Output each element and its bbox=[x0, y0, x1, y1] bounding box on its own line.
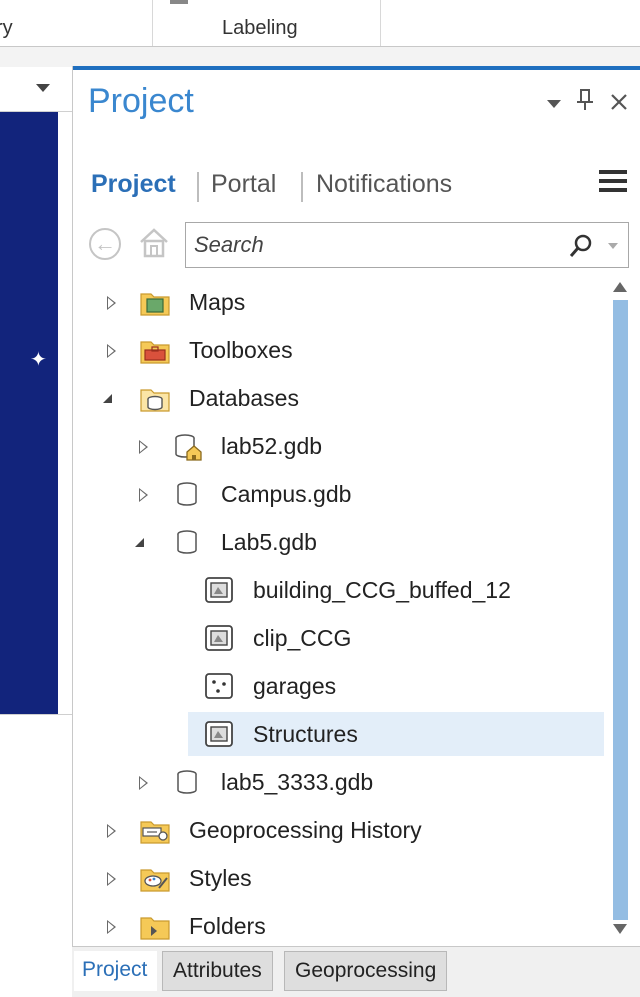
expand-arrow-icon[interactable] bbox=[139, 776, 148, 790]
expand-arrow-icon[interactable] bbox=[107, 296, 116, 310]
hamburger-menu-icon[interactable] bbox=[599, 170, 627, 196]
search-icon[interactable] bbox=[568, 233, 594, 259]
scrollbar-thumb[interactable] bbox=[613, 300, 628, 920]
ribbon-group-label-left: ry bbox=[0, 17, 13, 39]
pin-icon[interactable] bbox=[575, 88, 595, 112]
pane-title: Project bbox=[88, 82, 194, 120]
expand-arrow-icon[interactable] bbox=[107, 872, 116, 886]
databases-folder-icon bbox=[140, 389, 170, 412]
pane-accent-bar bbox=[73, 66, 640, 70]
tree-item-toolboxes[interactable]: Toolboxes bbox=[73, 328, 613, 374]
ribbon-group-label-labeling: Labeling bbox=[222, 17, 298, 39]
default-geodatabase-icon bbox=[175, 434, 202, 461]
ribbon-lower-strip bbox=[0, 47, 640, 67]
bottom-tab-geoprocessing[interactable]: Geoprocessing bbox=[284, 951, 448, 991]
styles-folder-icon bbox=[140, 869, 170, 892]
toolbox-folder-icon bbox=[140, 341, 170, 364]
bottom-tab-project[interactable]: Project bbox=[74, 951, 158, 991]
tree-item-maps[interactable]: Maps bbox=[73, 280, 613, 326]
expand-arrow-icon[interactable] bbox=[107, 920, 116, 934]
point-feature-class-icon bbox=[205, 673, 233, 699]
collapse-arrow-icon[interactable] bbox=[103, 394, 112, 403]
tree-item-label: Databases bbox=[189, 385, 299, 411]
map-cursor-icon: ✦ bbox=[30, 349, 47, 371]
search-input[interactable] bbox=[194, 229, 554, 261]
expand-arrow-icon[interactable] bbox=[107, 344, 116, 358]
map-canvas[interactable] bbox=[0, 112, 58, 714]
bottom-tab-attributes[interactable]: Attributes bbox=[162, 951, 273, 991]
geoprocessing-history-icon bbox=[140, 821, 170, 844]
tree-item-label: Toolboxes bbox=[189, 337, 293, 363]
geodatabase-icon bbox=[177, 530, 197, 554]
expand-arrow-icon[interactable] bbox=[139, 440, 148, 454]
tree-item-geoprocessing-history[interactable]: Geoprocessing History bbox=[73, 808, 613, 854]
tree-item-label: clip_CCG bbox=[253, 625, 352, 651]
tree-item-label: Structures bbox=[253, 721, 358, 747]
scroll-down-arrow-icon[interactable] bbox=[613, 924, 627, 934]
polygon-feature-class-icon bbox=[205, 721, 233, 747]
geodatabase-icon bbox=[177, 770, 197, 794]
search-options-chevron-icon[interactable] bbox=[608, 243, 618, 249]
ribbon-separator bbox=[152, 0, 153, 46]
tab-project[interactable]: Project bbox=[91, 170, 176, 199]
tree-item-lab5-3333-gdb[interactable]: lab5_3333.gdb bbox=[73, 760, 613, 806]
tree-item-label: lab5_3333.gdb bbox=[221, 769, 374, 795]
tree-item-building-ccg-buffed-12[interactable]: building_CCG_buffed_12 bbox=[73, 568, 613, 614]
ribbon: ry Labeling bbox=[0, 0, 640, 47]
project-pane: Project Project Portal Notifications ← S… bbox=[72, 66, 640, 996]
tab-notifications[interactable]: Notifications bbox=[316, 170, 452, 199]
tree-item-styles[interactable]: Styles bbox=[73, 856, 613, 902]
tree-item-structures[interactable]: Structures bbox=[73, 710, 613, 756]
polygon-feature-class-icon bbox=[205, 577, 233, 603]
tree-item-folders[interactable]: Folders bbox=[73, 904, 613, 950]
tree-item-label: Lab5.gdb bbox=[221, 529, 317, 555]
tree-item-label: Styles bbox=[189, 865, 252, 891]
tree-item-databases[interactable]: Databases bbox=[73, 376, 613, 422]
tab-separator bbox=[301, 172, 303, 202]
tree-item-label: Folders bbox=[189, 913, 266, 939]
tree-item-lab52-gdb[interactable]: lab52.gdb bbox=[73, 424, 613, 470]
expand-arrow-icon[interactable] bbox=[139, 488, 148, 502]
tree-item-clip-ccg[interactable]: clip_CCG bbox=[73, 616, 613, 662]
home-icon[interactable] bbox=[137, 226, 171, 260]
tab-separator bbox=[197, 172, 199, 202]
close-icon[interactable] bbox=[609, 92, 629, 112]
pane-tabs: Project Portal Notifications bbox=[73, 170, 640, 206]
expand-arrow-icon[interactable] bbox=[107, 824, 116, 838]
bottom-tab-strip: Project Attributes Geoprocessing bbox=[72, 946, 640, 997]
chevron-down-icon[interactable] bbox=[36, 84, 50, 92]
pane-options-chevron-icon[interactable] bbox=[547, 100, 561, 108]
tab-portal[interactable]: Portal bbox=[211, 170, 276, 199]
ribbon-separator bbox=[380, 0, 381, 46]
back-arrow-icon[interactable]: ← bbox=[89, 228, 121, 260]
catalog-tree: Maps Toolboxes Databases lab52.gdb Campu… bbox=[73, 280, 613, 948]
maps-folder-icon bbox=[140, 293, 170, 316]
tree-item-lab5-gdb[interactable]: Lab5.gdb bbox=[73, 520, 613, 566]
tree-item-campus-gdb[interactable]: Campus.gdb bbox=[73, 472, 613, 518]
polygon-feature-class-icon bbox=[205, 625, 233, 651]
scroll-up-arrow-icon[interactable] bbox=[613, 282, 627, 292]
ribbon-icon-fragment bbox=[170, 0, 188, 4]
selection-highlight bbox=[188, 712, 604, 756]
tree-item-label: garages bbox=[253, 673, 337, 699]
catalog-toolbar: ← bbox=[73, 218, 640, 270]
folders-icon bbox=[140, 917, 170, 940]
tree-item-garages[interactable]: garages bbox=[73, 664, 613, 710]
map-canvas-edge bbox=[58, 112, 72, 714]
collapse-arrow-icon[interactable] bbox=[135, 538, 144, 547]
tree-item-label: lab52.gdb bbox=[221, 433, 323, 459]
geodatabase-icon bbox=[177, 482, 197, 506]
tree-item-label: Campus.gdb bbox=[221, 481, 352, 507]
tree-item-label: Geoprocessing History bbox=[189, 817, 422, 843]
tree-item-label: building_CCG_buffed_12 bbox=[253, 577, 511, 603]
search-box bbox=[185, 222, 629, 268]
tree-item-label: Maps bbox=[189, 289, 246, 315]
